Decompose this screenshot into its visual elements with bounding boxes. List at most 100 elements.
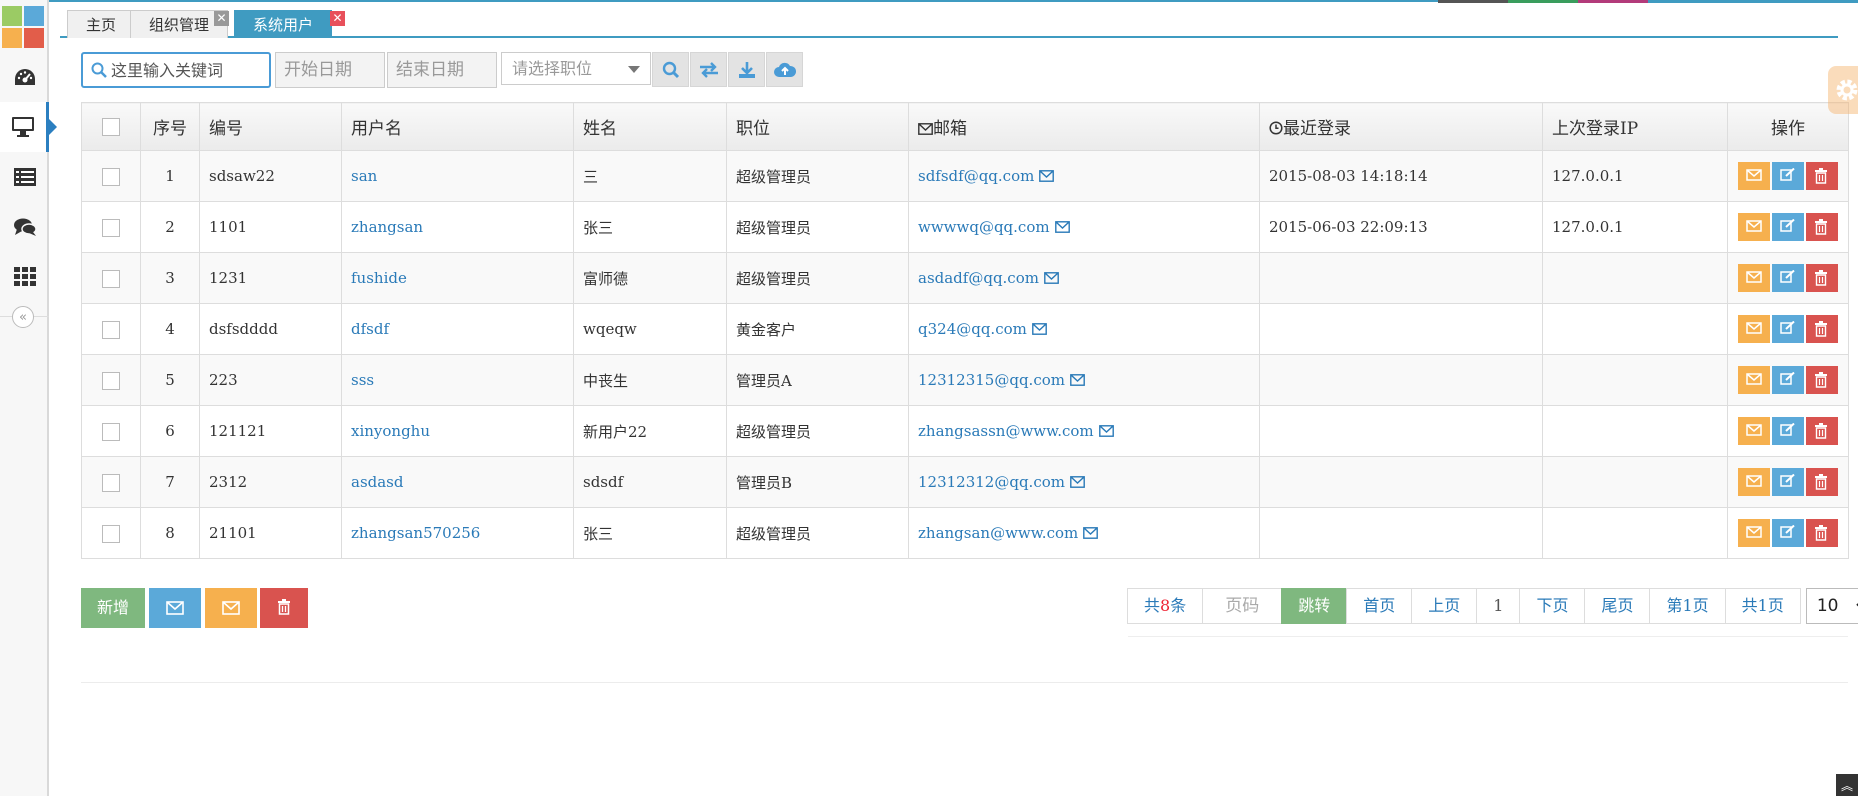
jump-button[interactable]: 跳转 xyxy=(1281,588,1348,624)
pagination: 共8条 跳转 首页 上页 1 下页 尾页 第1页 共1页 10 xyxy=(1127,588,1858,624)
prev-page-link[interactable]: 上页 xyxy=(1411,588,1478,624)
row-delete-button[interactable] xyxy=(1806,315,1838,343)
sidebar-item-dashboard[interactable] xyxy=(0,52,49,102)
row-edit-button[interactable] xyxy=(1772,315,1804,343)
sidebar-item-list[interactable] xyxy=(0,152,49,202)
table-row[interactable]: 5 223 sss 中丧生 管理员A 12312315@qq.com xyxy=(81,354,1849,406)
table-row[interactable]: 4 dsfsdddd dfsdf wqeqw 黄金客户 q324@qq.com xyxy=(81,303,1849,355)
row-edit-button[interactable] xyxy=(1772,264,1804,292)
row-checkbox[interactable] xyxy=(102,473,120,492)
table-row[interactable]: 6 121121 xinyonghu 新用户22 超级管理员 zhangsassn@www… xyxy=(81,405,1849,457)
cell-username: zhangsan570256 xyxy=(341,507,574,559)
row-checkbox[interactable] xyxy=(102,218,120,237)
cell-last-ip xyxy=(1542,252,1728,304)
mail-template-button[interactable] xyxy=(205,588,257,628)
row-mail-button[interactable] xyxy=(1738,162,1770,190)
row-mail-button[interactable] xyxy=(1738,366,1770,394)
row-delete-button[interactable] xyxy=(1806,468,1838,496)
email-link[interactable]: wwwwq@qq.com xyxy=(918,218,1050,236)
last-page-link[interactable]: 尾页 xyxy=(1584,588,1651,624)
cell-last-login xyxy=(1259,507,1543,559)
row-checkbox[interactable] xyxy=(102,524,120,543)
row-delete-button[interactable] xyxy=(1806,264,1838,292)
edit-icon xyxy=(1780,270,1795,283)
batch-delete-button[interactable] xyxy=(260,588,308,628)
send-mail-button[interactable] xyxy=(149,588,201,628)
row-mail-button[interactable] xyxy=(1738,315,1770,343)
tab-org-management[interactable]: 组织管理 ✕ xyxy=(130,10,230,38)
header-username: 用户名 xyxy=(341,102,574,151)
select-all-checkbox[interactable] xyxy=(102,118,120,136)
cell-name: 三 xyxy=(573,150,727,202)
username-link[interactable]: san xyxy=(351,167,377,185)
page-number-input[interactable] xyxy=(1202,588,1283,624)
row-edit-button[interactable] xyxy=(1772,417,1804,445)
select-all-cell xyxy=(81,102,141,151)
add-button[interactable]: 新增 xyxy=(81,588,145,628)
email-link[interactable]: q324@qq.com xyxy=(918,320,1027,338)
sidebar-item-monitor[interactable] xyxy=(0,102,57,152)
email-link[interactable]: sdfsdf@qq.com xyxy=(918,167,1034,185)
table-row[interactable]: 7 2312 asdasd sdsdf 管理员B 12312312@qq.com xyxy=(81,456,1849,508)
username-link[interactable]: dfsdf xyxy=(351,320,389,338)
email-link[interactable]: zhangsan@www.com xyxy=(918,524,1078,542)
row-checkbox[interactable] xyxy=(102,269,120,288)
end-date-input[interactable] xyxy=(387,52,497,88)
row-edit-button[interactable] xyxy=(1772,468,1804,496)
current-page[interactable]: 1 xyxy=(1476,588,1521,624)
row-mail-button[interactable] xyxy=(1738,213,1770,241)
row-edit-button[interactable] xyxy=(1772,366,1804,394)
row-delete-button[interactable] xyxy=(1806,213,1838,241)
username-link[interactable]: asdasd xyxy=(351,473,404,491)
table-row[interactable]: 1 sdsaw22 san 三超级管理员 sdfsdf@qq.com 2015-08-03… xyxy=(81,150,1849,202)
search-input[interactable] xyxy=(111,60,261,80)
tab-system-users[interactable]: 系统用户 ✕ xyxy=(234,10,346,38)
row-edit-button[interactable] xyxy=(1772,519,1804,547)
close-icon[interactable]: ✕ xyxy=(214,11,230,26)
sidebar-collapse-button[interactable]: « xyxy=(12,306,34,328)
table-row[interactable]: 2 1101 zhangsan 张三 超级管理员 wwwwq@qq.com 2015-06-… xyxy=(81,201,1849,253)
row-mail-button[interactable] xyxy=(1738,519,1770,547)
row-checkbox[interactable] xyxy=(102,422,120,441)
sidebar-item-apps[interactable] xyxy=(0,252,49,302)
search-button[interactable] xyxy=(652,52,689,87)
cloud-upload-button[interactable] xyxy=(766,52,803,87)
row-edit-button[interactable] xyxy=(1772,213,1804,241)
row-delete-button[interactable] xyxy=(1806,162,1838,190)
username-link[interactable]: xinyonghu xyxy=(351,422,430,440)
start-date-input[interactable] xyxy=(275,52,385,88)
row-checkbox[interactable] xyxy=(102,371,120,390)
edit-icon xyxy=(1780,372,1795,385)
row-checkbox[interactable] xyxy=(102,320,120,339)
username-link[interactable]: sss xyxy=(351,371,374,389)
exchange-button[interactable] xyxy=(690,52,727,87)
position-select[interactable]: 请选择职位 xyxy=(501,52,651,85)
username-link[interactable]: zhangsan xyxy=(351,218,423,236)
row-delete-button[interactable] xyxy=(1806,519,1838,547)
row-mail-button[interactable] xyxy=(1738,468,1770,496)
email-link[interactable]: 12312312@qq.com xyxy=(918,473,1065,491)
row-delete-button[interactable] xyxy=(1806,417,1838,445)
row-mail-button[interactable] xyxy=(1738,417,1770,445)
table-row[interactable]: 3 1231 fushide 富师德 超级管理员 asdadf@qq.com xyxy=(81,252,1849,304)
email-link[interactable]: asdadf@qq.com xyxy=(918,269,1039,287)
page-size-select[interactable]: 10 xyxy=(1805,588,1858,624)
table-row[interactable]: 8 21101 zhangsan570256 张三 超级管理员 zhangsan@www.… xyxy=(81,507,1849,559)
username-link[interactable]: fushide xyxy=(351,269,407,287)
row-delete-button[interactable] xyxy=(1806,366,1838,394)
scroll-top-button[interactable]: ︽ xyxy=(1836,774,1858,796)
next-page-link[interactable]: 下页 xyxy=(1519,588,1586,624)
download-button[interactable] xyxy=(728,52,765,87)
sidebar-item-comments[interactable] xyxy=(0,202,49,252)
close-icon[interactable]: ✕ xyxy=(330,11,346,26)
settings-handle[interactable] xyxy=(1828,66,1858,114)
row-edit-button[interactable] xyxy=(1772,162,1804,190)
tab-home[interactable]: 主页 xyxy=(67,10,136,38)
email-link[interactable]: 12312315@qq.com xyxy=(918,371,1065,389)
first-page-link[interactable]: 首页 xyxy=(1346,588,1413,624)
email-link[interactable]: zhangsassn@www.com xyxy=(918,422,1094,440)
username-link[interactable]: zhangsan570256 xyxy=(351,524,480,542)
row-checkbox[interactable] xyxy=(102,167,120,186)
dashboard-icon xyxy=(14,69,35,85)
row-mail-button[interactable] xyxy=(1738,264,1770,292)
